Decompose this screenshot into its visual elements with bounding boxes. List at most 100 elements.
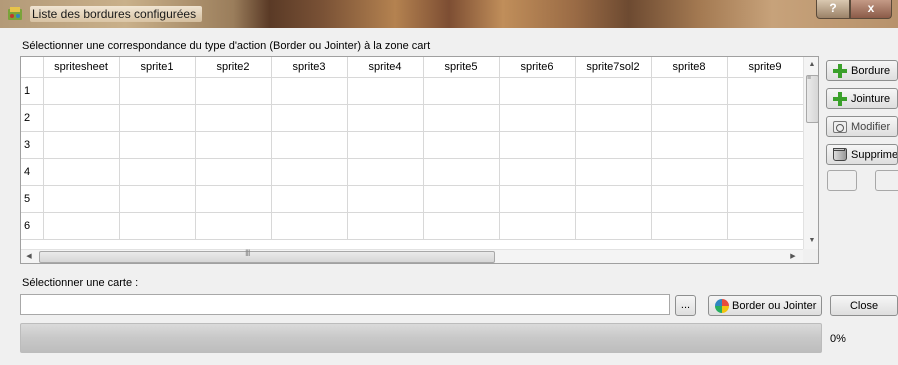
table-cell[interactable] — [423, 212, 500, 240]
column-header[interactable]: sprite3 — [271, 57, 348, 78]
table-cell[interactable] — [423, 77, 500, 105]
supprimer-button[interactable]: Supprimer — [826, 144, 898, 165]
table-cell[interactable] — [271, 77, 348, 105]
table-cell[interactable] — [347, 158, 424, 186]
table-cell[interactable] — [43, 104, 120, 132]
table-cell[interactable] — [347, 212, 424, 240]
empty-button-1[interactable] — [827, 170, 857, 191]
table-cell[interactable] — [575, 104, 652, 132]
table-cell[interactable] — [195, 185, 272, 213]
bordure-button[interactable]: Bordure — [826, 60, 898, 81]
table-row[interactable]: 2 — [21, 104, 804, 132]
row-header[interactable]: 5 — [21, 185, 44, 213]
row-header[interactable]: 2 — [21, 104, 44, 132]
modifier-button[interactable]: Modifier — [826, 116, 898, 137]
empty-button-2[interactable] — [875, 170, 898, 191]
column-header[interactable]: sprite7sol2 — [575, 57, 652, 78]
row-header[interactable]: 3 — [21, 131, 44, 159]
column-header[interactable]: sprite8 — [651, 57, 728, 78]
scroll-right-icon[interactable]: ▶ — [785, 250, 801, 263]
table-cell[interactable] — [651, 185, 728, 213]
column-header[interactable]: sprite6 — [499, 57, 576, 78]
window-close-button[interactable]: x — [850, 0, 892, 19]
table-cell[interactable] — [499, 77, 576, 105]
table-cell[interactable] — [271, 158, 348, 186]
table-cell[interactable] — [575, 212, 652, 240]
table-cell[interactable] — [651, 77, 728, 105]
column-header[interactable]: spritesheet — [43, 57, 120, 78]
table-cell[interactable] — [119, 212, 196, 240]
vertical-scrollbar[interactable]: ▲ ≡ ▼ — [803, 57, 818, 249]
table-cell[interactable] — [575, 77, 652, 105]
table-cell[interactable] — [499, 104, 576, 132]
table-cell[interactable] — [195, 212, 272, 240]
table-cell[interactable] — [651, 104, 728, 132]
close-button[interactable]: Close — [830, 295, 898, 316]
table-row[interactable]: 1 — [21, 77, 804, 105]
column-header[interactable]: sprite2 — [195, 57, 272, 78]
table-cell[interactable] — [423, 158, 500, 186]
map-path-input[interactable] — [20, 294, 670, 315]
table-cell[interactable] — [651, 158, 728, 186]
table-cell[interactable] — [347, 131, 424, 159]
scroll-down-icon[interactable]: ▼ — [804, 233, 818, 249]
table-cell[interactable] — [271, 212, 348, 240]
table-cell[interactable] — [727, 212, 804, 240]
table-cell[interactable] — [271, 104, 348, 132]
table-cell[interactable] — [43, 158, 120, 186]
table-row[interactable]: 6 — [21, 212, 804, 240]
table-cell[interactable] — [423, 104, 500, 132]
table-cell[interactable] — [119, 104, 196, 132]
table-cell[interactable] — [43, 77, 120, 105]
column-header[interactable]: sprite5 — [423, 57, 500, 78]
column-header[interactable]: sprite1 — [119, 57, 196, 78]
table-cell[interactable] — [119, 185, 196, 213]
table-cell[interactable] — [575, 131, 652, 159]
horizontal-scroll-thumb[interactable] — [39, 251, 495, 263]
scroll-left-icon[interactable]: ◀ — [21, 250, 37, 263]
table-cell[interactable] — [271, 185, 348, 213]
table-cell[interactable] — [119, 131, 196, 159]
table-cell[interactable] — [727, 185, 804, 213]
table-cell[interactable] — [499, 185, 576, 213]
column-header[interactable]: sprite9 — [727, 57, 804, 78]
table-cell[interactable] — [499, 131, 576, 159]
table-cell[interactable] — [347, 104, 424, 132]
table-row[interactable]: 5 — [21, 185, 804, 213]
table-cell[interactable] — [423, 185, 500, 213]
browse-button[interactable]: ... — [675, 295, 696, 316]
table-row[interactable]: 4 — [21, 158, 804, 186]
table-cell[interactable] — [347, 185, 424, 213]
row-header[interactable]: 1 — [21, 77, 44, 105]
help-button[interactable]: ? — [816, 0, 850, 19]
horizontal-scrollbar[interactable]: ◀ III ▶ — [21, 248, 803, 263]
table-cell[interactable] — [727, 131, 804, 159]
table-cell[interactable] — [43, 185, 120, 213]
table-cell[interactable] — [575, 185, 652, 213]
border-jointer-button[interactable]: Border ou Jointer — [708, 295, 822, 316]
jointure-button[interactable]: Jointure — [826, 88, 898, 109]
table-cell[interactable] — [727, 77, 804, 105]
table-cell[interactable] — [347, 77, 424, 105]
table-cell[interactable] — [119, 77, 196, 105]
table-cell[interactable] — [195, 158, 272, 186]
table-cell[interactable] — [195, 104, 272, 132]
table-cell[interactable] — [195, 77, 272, 105]
scroll-up-icon[interactable]: ▲ — [804, 57, 818, 73]
table-cell[interactable] — [43, 131, 120, 159]
table-cell[interactable] — [727, 158, 804, 186]
row-header[interactable]: 6 — [21, 212, 44, 240]
row-header[interactable]: 4 — [21, 158, 44, 186]
table-cell[interactable] — [43, 212, 120, 240]
table-cell[interactable] — [119, 158, 196, 186]
table-row[interactable]: 3 — [21, 131, 804, 159]
table-cell[interactable] — [651, 212, 728, 240]
table-cell[interactable] — [727, 104, 804, 132]
column-header[interactable]: sprite4 — [347, 57, 424, 78]
table-cell[interactable] — [271, 131, 348, 159]
table-cell[interactable] — [499, 212, 576, 240]
table-cell[interactable] — [499, 158, 576, 186]
table-cell[interactable] — [423, 131, 500, 159]
vertical-scroll-thumb[interactable] — [806, 75, 818, 123]
table-cell[interactable] — [575, 158, 652, 186]
